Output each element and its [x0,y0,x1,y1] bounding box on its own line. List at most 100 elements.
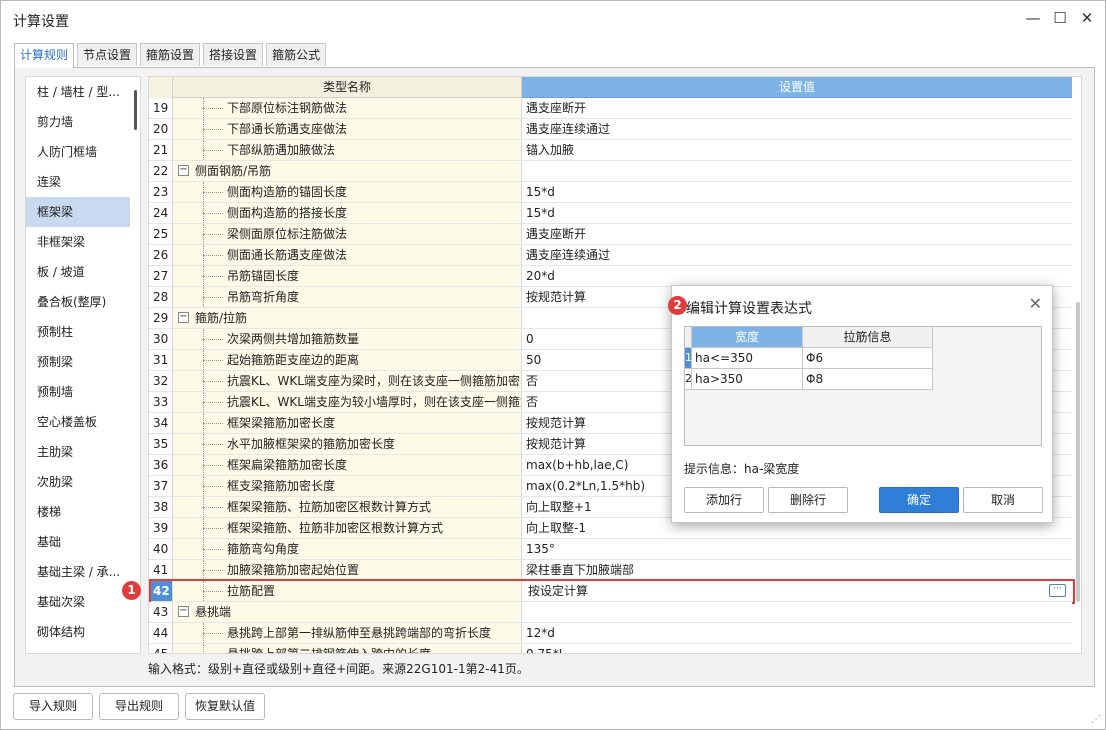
row-number[interactable]: 24 [149,203,173,224]
setting-name[interactable]: 箍筋弯勾角度 [173,539,522,560]
setting-value[interactable]: 遇支座连续通过 [522,119,1072,140]
setting-name[interactable]: 侧面构造筋的搭接长度 [173,203,522,224]
expr-width-cell[interactable]: ha>350 [692,369,803,390]
row-number[interactable]: 38 [149,497,173,518]
setting-name[interactable]: 水平加腋框架梁的箍筋加密长度 [173,434,522,455]
delete-row-button[interactable]: 删除行 [768,487,848,513]
ellipsis-edit-button[interactable]: ··· [1049,584,1066,597]
tab-stirrup-settings[interactable]: 箍筋设置 [140,43,201,66]
expr-tie-cell[interactable]: Φ6 [803,348,933,369]
table-row[interactable]: 44 悬挑跨上部第一排纵筋伸至悬挑跨端部的弯折长度 12*d [149,623,1073,644]
collapse-icon[interactable]: − [178,165,189,176]
setting-value[interactable]: 20*d [522,266,1072,287]
list-scrollbar[interactable] [134,90,137,130]
table-row[interactable]: 25 梁侧面原位标注筋做法 遇支座断开 [149,224,1073,245]
setting-name[interactable]: 悬挑跨上部第二排钢筋伸入跨内的长度 [173,644,522,653]
table-row[interactable]: 24 侧面构造筋的搭接长度 15*d [149,203,1073,224]
setting-value[interactable]: 梁柱垂直下加腋端部 [522,560,1072,581]
setting-value[interactable]: 15*d [522,203,1072,224]
dialog-close-icon[interactable]: ✕ [1029,294,1042,313]
group-row-name[interactable]: − 侧面钢筋/吊筋 [173,161,522,182]
table-row[interactable]: 40 箍筋弯勾角度 135° [149,539,1073,560]
export-rules-button[interactable]: 导出规则 [99,693,179,720]
grid-header-name[interactable]: 类型名称 [173,77,522,98]
grid-scrollbar[interactable] [1076,302,1080,602]
row-number[interactable]: 36 [149,455,173,476]
minimize-icon[interactable]: — [1021,9,1045,27]
table-row[interactable]: 23 侧面构造筋的锚固长度 15*d [149,182,1073,203]
setting-value[interactable]: 0.75*L [522,644,1072,653]
collapse-icon[interactable]: − [178,606,189,617]
table-row[interactable]: 41 加腋梁箍筋加密起始位置 梁柱垂直下加腋端部 [149,560,1073,581]
table-row[interactable]: 21 下部纵筋遇加腋做法 锚入加腋 [149,140,1073,161]
row-number[interactable]: 44 [149,623,173,644]
row-number[interactable]: 41 [149,560,173,581]
group-row-name[interactable]: − 悬挑端 [173,602,522,623]
setting-name[interactable]: 吊筋弯折角度 [173,287,522,308]
setting-name[interactable]: 框架梁箍筋加密长度 [173,413,522,434]
setting-name[interactable]: 下部通长筋遇支座做法 [173,119,522,140]
component-list-item[interactable]: 主肋梁 [26,437,140,467]
component-list-item[interactable]: 预制墙 [26,377,140,407]
component-list-item[interactable]: 基础 [26,527,140,557]
expression-row[interactable]: 2 ha>350 Φ8 [685,369,933,390]
resize-grip-icon[interactable]: ⋰ [1091,714,1101,725]
tab-lap-settings[interactable]: 搭接设置 [203,43,264,66]
ok-button[interactable]: 确定 [879,487,959,513]
setting-name[interactable]: 下部原位标注钢筋做法 [173,98,522,119]
component-list[interactable]: 柱 / 墙柱 / 型... 剪力墙 人防门框墙 连梁 框架梁 非框架梁板 / 坡道 叠合板(… [25,76,141,654]
table-row[interactable]: 45 悬挑跨上部第二排钢筋伸入跨内的长度 0.75*L [149,644,1073,653]
row-number[interactable]: 34 [149,413,173,434]
expr-header-tie[interactable]: 拉筋信息 [803,327,933,348]
setting-value[interactable]: 锚入加腋 [522,140,1072,161]
row-number[interactable]: 26 [149,245,173,266]
setting-value[interactable]: 遇支座断开 [522,224,1072,245]
setting-value[interactable]: 遇支座断开 [522,98,1072,119]
row-number[interactable]: 37 [149,476,173,497]
setting-value[interactable]: 135° [522,539,1072,560]
component-list-item[interactable]: 空心楼盖板 [26,407,140,437]
setting-name[interactable]: 框架扁梁箍筋加密长度 [173,455,522,476]
setting-name[interactable]: 下部纵筋遇加腋做法 [173,140,522,161]
row-number[interactable]: 23 [149,182,173,203]
component-list-item[interactable]: 基础主梁 / 承... [26,557,140,587]
tab-stirrup-formula[interactable]: 箍筋公式 [266,43,327,66]
row-number[interactable]: 29 [149,308,173,329]
row-number[interactable]: 28 [149,287,173,308]
component-list-item[interactable]: 框架梁 [26,197,130,227]
component-list-item[interactable]: 非框架梁 [26,227,140,257]
setting-name[interactable]: 拉筋配置 [173,581,522,602]
setting-name[interactable]: 起始箍筋距支座边的距离 [173,350,522,371]
setting-name[interactable]: 抗震KL、WKL端支座为梁时，则在该支座一侧箍筋加密 [173,371,522,392]
component-list-item[interactable]: 叠合板(整厚) [26,287,140,317]
table-row[interactable]: 42 拉筋配置 按设定计算 ··· [149,581,1073,602]
setting-name[interactable]: 侧面通长筋遇支座做法 [173,245,522,266]
maximize-icon[interactable]: ☐ [1048,9,1072,27]
setting-value[interactable] [522,602,1072,623]
component-list-item[interactable]: 连梁 [26,167,140,197]
component-list-item[interactable]: 柱 / 墙柱 / 型... [26,77,140,107]
setting-name[interactable]: 框支梁箍筋加密长度 [173,476,522,497]
expr-width-cell[interactable]: ha<=350 [692,348,803,369]
component-list-item[interactable]: 楼梯 [26,497,140,527]
row-number[interactable]: 42 [149,581,173,602]
grid-header-value[interactable]: 设置值 [522,77,1072,98]
row-number[interactable]: 43 [149,602,173,623]
tab-node-settings[interactable]: 节点设置 [77,43,138,66]
setting-name[interactable]: 框架梁箍筋、拉筋非加密区根数计算方式 [173,518,522,539]
add-row-button[interactable]: 添加行 [684,487,764,513]
setting-value[interactable]: 遇支座连续通过 [522,245,1072,266]
setting-name[interactable]: 框架梁箍筋、拉筋加密区根数计算方式 [173,497,522,518]
table-row[interactable]: 20 下部通长筋遇支座做法 遇支座连续通过 [149,119,1073,140]
close-icon[interactable]: ✕ [1075,9,1099,27]
row-number[interactable]: 33 [149,392,173,413]
row-number[interactable]: 21 [149,140,173,161]
expr-header-width[interactable]: 宽度 [692,327,803,348]
row-number[interactable]: 19 [149,98,173,119]
collapse-icon[interactable]: − [178,312,189,323]
component-list-item[interactable]: 预制柱 [26,317,140,347]
table-row[interactable]: 26 侧面通长筋遇支座做法 遇支座连续通过 [149,245,1073,266]
row-number[interactable]: 22 [149,161,173,182]
setting-name[interactable]: 侧面构造筋的锚固长度 [173,182,522,203]
expression-row[interactable]: 1 ha<=350 Φ6 [685,348,933,369]
